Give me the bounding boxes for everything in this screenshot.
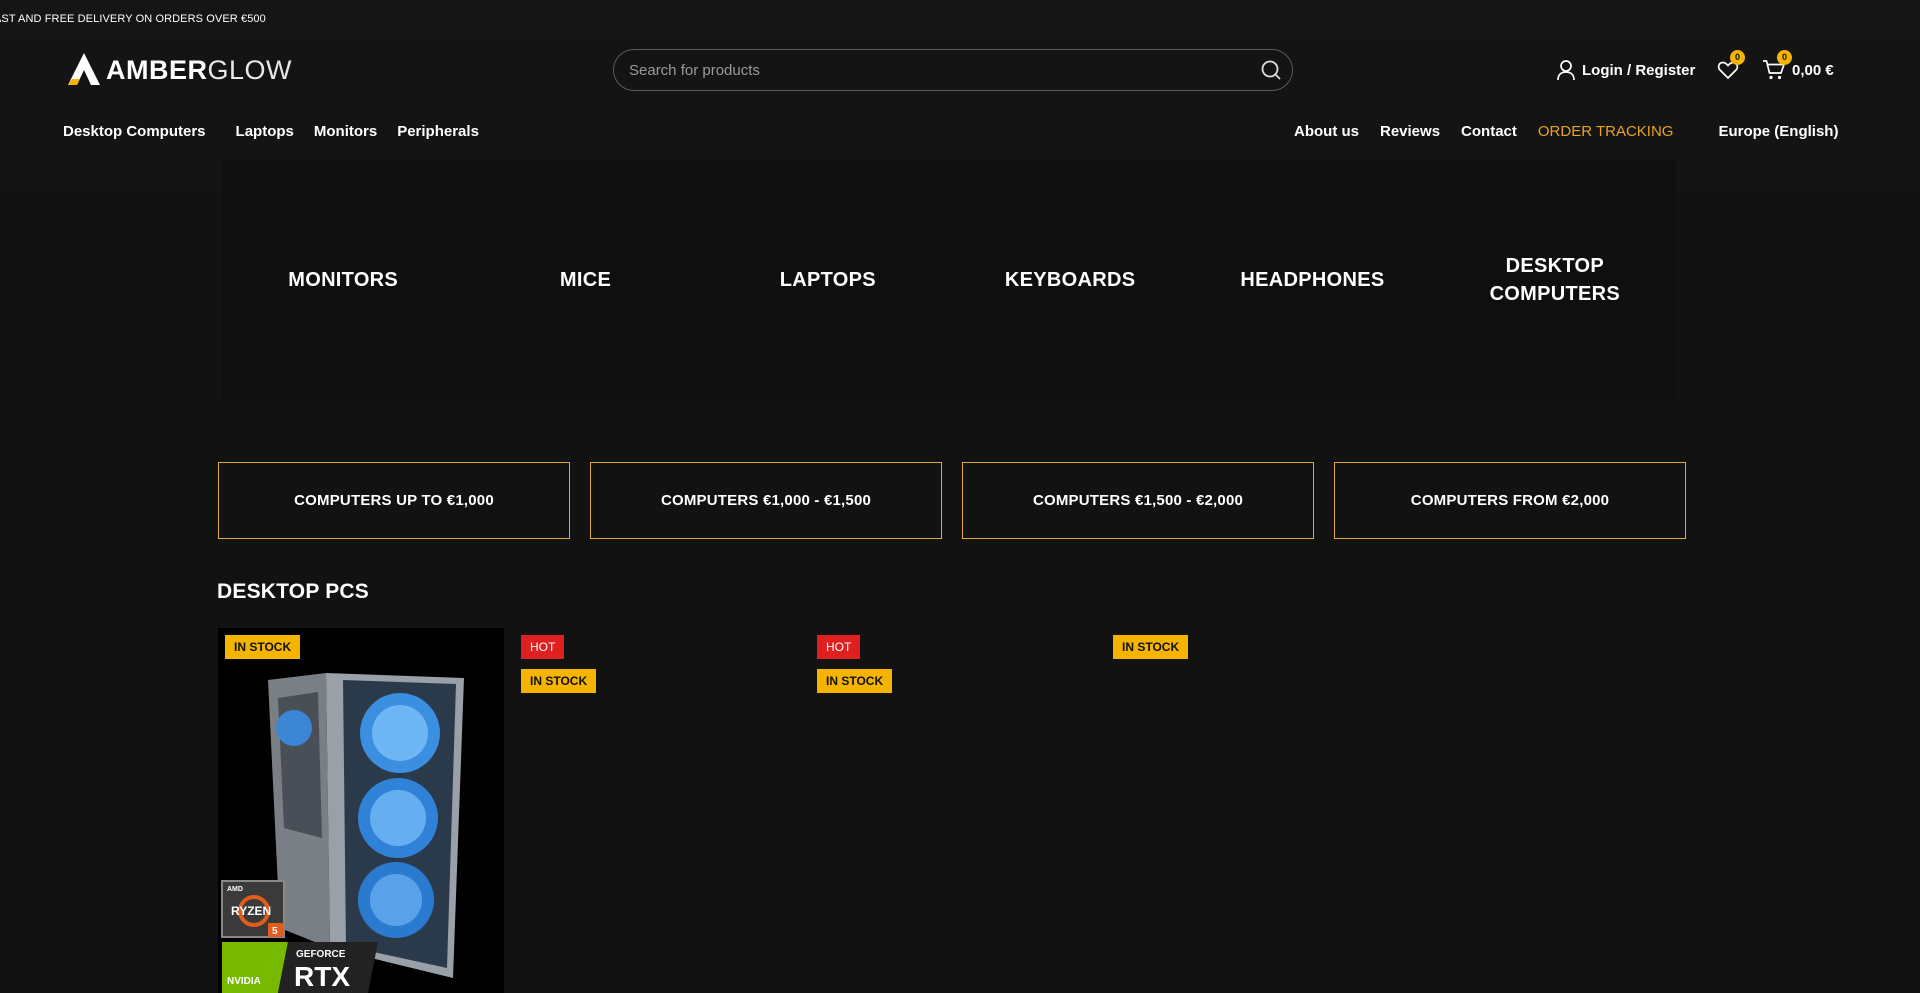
wishlist-button[interactable]: 0 (1717, 50, 1745, 83)
search-icon[interactable] (1260, 59, 1282, 81)
category-label: DESKTOP COMPUTERS (1489, 255, 1621, 305)
brand-name-light: GLOW (207, 54, 293, 85)
secondary-nav: About us Reviews Contact ORDER TRACKING … (1294, 116, 1859, 146)
promo-text: AST AND FREE DELIVERY ON ORDERS OVER €50… (0, 13, 266, 25)
geforce-label: GEFORCE (296, 949, 346, 960)
nav-item-monitors[interactable]: Monitors (314, 123, 377, 140)
rtx-label: RTX (294, 961, 350, 992)
category-mice[interactable]: MICE (464, 160, 706, 400)
price-range-filters: COMPUTERS UP TO €1,000 COMPUTERS €1,000 … (218, 462, 1706, 539)
ryzen-tier-label: 5 (272, 926, 278, 937)
price-range-up-to-1000[interactable]: COMPUTERS UP TO €1,000 (218, 462, 570, 539)
nav-item-laptops[interactable]: Laptops (236, 123, 294, 140)
price-range-label: COMPUTERS UP TO €1,000 (294, 492, 494, 509)
category-monitors[interactable]: MONITORS (222, 160, 464, 400)
main-nav: Desktop Computers Laptops Monitors Perip… (63, 116, 499, 146)
category-desktop-computers[interactable]: DESKTOP COMPUTERS (1434, 160, 1676, 400)
product-badges: HOT IN STOCK (817, 635, 893, 703)
region-selector[interactable]: Europe (English) (1718, 123, 1838, 140)
amd-label: AMD (227, 886, 243, 893)
cart-button[interactable]: 0 0,00 € (1762, 50, 1834, 83)
category-label: HEADPHONES (1240, 269, 1385, 291)
product-card[interactable]: AMD RYZEN 5 NVIDIA GEFORCE RTX IN STOCK (218, 628, 504, 993)
price-range-1000-1500[interactable]: COMPUTERS €1,000 - €1,500 (590, 462, 942, 539)
nvidia-label: NVIDIA (227, 976, 261, 987)
search-bar (613, 49, 1293, 91)
in-stock-badge: IN STOCK (225, 635, 301, 659)
category-label: MONITORS (288, 269, 399, 291)
category-label: KEYBOARDS (1004, 269, 1136, 291)
category-label: MICE (559, 269, 612, 291)
login-register-link[interactable]: Login / Register (1556, 57, 1695, 83)
nav-item-about[interactable]: About us (1294, 123, 1359, 140)
product-card[interactable]: IN STOCK (1106, 628, 1392, 993)
price-range-label: COMPUTERS €1,500 - €2,000 (1032, 492, 1244, 509)
search-input[interactable] (629, 50, 1229, 90)
price-range-from-2000[interactable]: COMPUTERS FROM €2,000 (1334, 462, 1686, 539)
hot-badge: HOT (521, 635, 565, 659)
price-range-1500-2000[interactable]: COMPUTERS €1,500 - €2,000 (962, 462, 1314, 539)
in-stock-badge: IN STOCK (817, 669, 893, 693)
nav-item-order-tracking[interactable]: ORDER TRACKING (1538, 123, 1674, 140)
product-badges: HOT IN STOCK (521, 635, 597, 703)
brand-name-bold: AMBER (106, 54, 208, 85)
hot-badge: HOT (817, 635, 861, 659)
cart-total: 0,00 € (1792, 61, 1834, 79)
category-headphones[interactable]: HEADPHONES (1191, 160, 1433, 400)
category-laptops[interactable]: LAPTOPS (707, 160, 949, 400)
ryzen-label: RYZEN (231, 904, 271, 918)
product-card[interactable]: HOT IN STOCK (810, 628, 1096, 993)
category-label: LAPTOPS (779, 269, 876, 291)
product-card[interactable]: HOT IN STOCK (514, 628, 800, 993)
brand-logo-icon (68, 53, 100, 85)
brand-logo[interactable]: AMBER GLOW (64, 50, 292, 90)
nav-item-contact[interactable]: Contact (1461, 123, 1517, 140)
nav-item-desktop-computers[interactable]: Desktop Computers (63, 123, 206, 140)
nav-item-peripherals[interactable]: Peripherals (397, 123, 479, 140)
promo-bar: AST AND FREE DELIVERY ON ORDERS OVER €50… (0, 0, 1920, 38)
user-icon (1557, 60, 1575, 81)
category-keyboards[interactable]: KEYBOARDS (949, 160, 1191, 400)
wishlist-count-badge: 0 (1730, 50, 1745, 65)
nav-item-reviews[interactable]: Reviews (1380, 123, 1440, 140)
category-grid: MONITORS MICE LAPTOPS KEYBOARDS HEADPHON… (222, 160, 1676, 400)
product-badges: IN STOCK (1113, 635, 1189, 669)
in-stock-badge: IN STOCK (521, 669, 597, 693)
product-image: AMD RYZEN 5 NVIDIA GEFORCE RTX (221, 673, 464, 993)
price-range-label: COMPUTERS FROM €2,000 (1410, 492, 1610, 509)
section-title: DESKTOP PCS (217, 580, 369, 603)
product-badges: IN STOCK (225, 635, 301, 669)
in-stock-badge: IN STOCK (1113, 635, 1189, 659)
price-range-label: COMPUTERS €1,000 - €1,500 (660, 492, 872, 509)
cart-count-badge: 0 (1777, 50, 1792, 65)
login-register-label: Login / Register (1582, 61, 1696, 79)
